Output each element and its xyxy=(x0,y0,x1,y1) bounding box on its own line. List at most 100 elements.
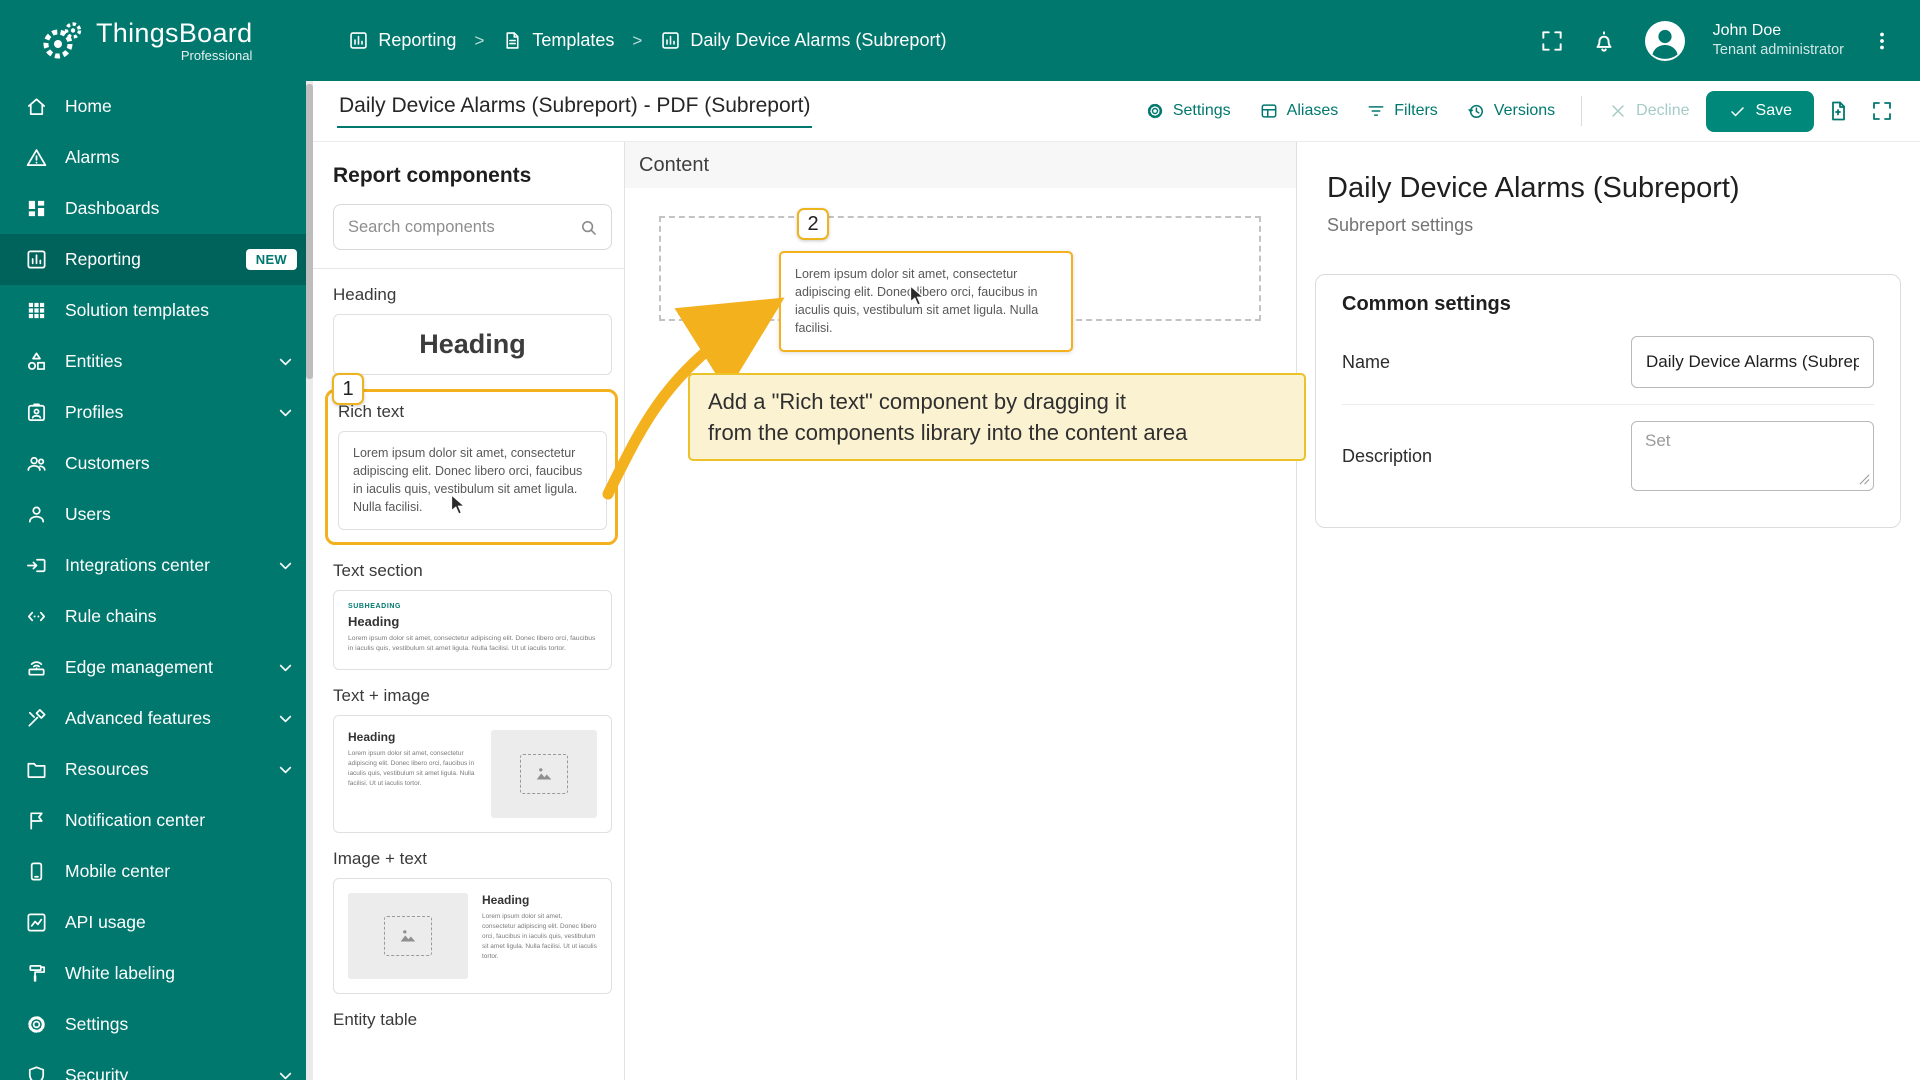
breadcrumb-item-reporting[interactable]: Reporting xyxy=(348,30,456,51)
security-shield-icon xyxy=(28,1066,45,1080)
sidebar-item-profiles[interactable]: Profiles xyxy=(0,387,313,438)
component-card-text-section[interactable]: SUBHEADING Heading Lorem ipsum dolor sit… xyxy=(333,589,612,670)
user-avatar-icon[interactable] xyxy=(1643,19,1687,63)
notifications-button[interactable] xyxy=(1591,28,1617,54)
save-button[interactable]: Save xyxy=(1705,90,1814,132)
image-placeholder-icon xyxy=(536,767,552,780)
component-card-image-text[interactable]: Heading Lorem ipsum dolor sit amet, cons… xyxy=(333,877,612,994)
sidebar-item-solution-templates[interactable]: Solution templates xyxy=(0,285,313,336)
edge-management-icon xyxy=(28,661,45,676)
sidebar-item-home[interactable]: Home xyxy=(0,81,313,132)
filters-button[interactable]: Filters xyxy=(1354,93,1450,129)
sidebar-item-label: Integrations center xyxy=(65,555,210,575)
tip-callout: Add a "Rich text" component by dragging … xyxy=(688,373,1306,462)
sidebar-item-reporting[interactable]: Reporting NEW xyxy=(0,234,313,285)
chevron-down-icon xyxy=(279,358,292,366)
sidebar-item-dashboards[interactable]: Dashboards xyxy=(0,183,313,234)
sidebar-item-label: Dashboards xyxy=(65,198,160,218)
common-settings-card: Common settings Name Description Set xyxy=(1315,274,1901,528)
sidebar-item-label: Customers xyxy=(65,453,150,473)
name-row: Name xyxy=(1342,320,1874,405)
section-label-rich-text: Rich text xyxy=(338,402,405,421)
fullscreen-button[interactable] xyxy=(1539,28,1565,54)
generate-report-button[interactable] xyxy=(1818,91,1858,131)
sidebar-item-white-labeling[interactable]: White labeling xyxy=(0,948,313,999)
sidebar-item-label: Resources xyxy=(65,759,149,779)
panel-divider xyxy=(313,268,624,269)
sidebar-item-mobile-center[interactable]: Mobile center xyxy=(0,846,313,897)
toolbar-fullscreen-button[interactable] xyxy=(1862,91,1902,131)
image-text-body: Lorem ipsum dolor sit amet, consectetur … xyxy=(482,912,597,960)
aliases-button[interactable]: Aliases xyxy=(1247,93,1351,129)
sidebar-item-alarms[interactable]: Alarms xyxy=(0,132,313,183)
user-name: John Doe xyxy=(1712,22,1782,40)
search-input[interactable] xyxy=(348,217,570,237)
versions-button[interactable]: Versions xyxy=(1454,93,1567,129)
text-image-body: Lorem ipsum dolor sit amet, consectetur … xyxy=(348,749,475,787)
sidebar-item-edge-management[interactable]: Edge management xyxy=(0,642,313,693)
search-icon xyxy=(582,220,596,235)
sidebar-item-label: Edge management xyxy=(65,657,213,677)
sidebar-item-entities[interactable]: Entities xyxy=(0,336,313,387)
sidebar-item-customers[interactable]: Customers xyxy=(0,438,313,489)
component-card-text-image[interactable]: Heading Lorem ipsum dolor sit amet, cons… xyxy=(333,714,612,833)
breadcrumb-item-templates[interactable]: Templates xyxy=(502,30,614,51)
solution-templates-icon xyxy=(28,302,45,319)
resources-folder-icon xyxy=(27,762,46,779)
decline-button-label: Decline xyxy=(1636,102,1690,119)
chevron-down-icon xyxy=(279,1072,292,1080)
sidebar-item-api-usage[interactable]: API usage xyxy=(0,897,313,948)
text-section-heading: Heading xyxy=(348,613,400,629)
description-label: Description xyxy=(1342,445,1433,466)
more-menu-button[interactable] xyxy=(1870,29,1894,53)
details-subtitle: Subreport settings xyxy=(1327,215,1474,235)
settings-button[interactable]: Settings xyxy=(1133,93,1243,129)
thingsboard-logo[interactable]: ThingsBoard Professional xyxy=(40,18,252,63)
sidebar-item-integrations-center[interactable]: Integrations center xyxy=(0,540,313,591)
chevron-down-icon xyxy=(279,409,292,417)
versions-history-icon xyxy=(1468,104,1483,118)
chevron-down-icon xyxy=(279,715,292,723)
breadcrumb-label: Daily Device Alarms (Subreport) xyxy=(690,30,947,50)
breadcrumb-label: Templates xyxy=(532,30,615,50)
textarea-resize-icon[interactable] xyxy=(1859,474,1870,485)
brand-subtitle: Professional xyxy=(180,48,253,63)
alarms-warning-icon xyxy=(26,149,47,167)
thingsboard-logo-icon xyxy=(43,21,82,58)
sidebar-item-notification-center[interactable]: Notification center xyxy=(0,795,313,846)
aliases-button-label: Aliases xyxy=(1286,102,1339,119)
text-image-heading: Heading xyxy=(348,729,396,744)
heading-preview: Heading xyxy=(419,329,526,359)
breadcrumb-item-subreport[interactable]: Daily Device Alarms (Subreport) xyxy=(660,30,946,51)
export-document-icon xyxy=(1832,101,1845,121)
component-card-rich-text[interactable]: Lorem ipsum dolor sit amet, consectetur … xyxy=(338,431,607,530)
brand-name: ThingsBoard xyxy=(96,18,253,48)
api-usage-chart-icon xyxy=(27,913,46,932)
step-2-badge: 2 xyxy=(797,208,829,240)
sidebar-item-advanced-features[interactable]: Advanced features xyxy=(0,693,313,744)
sidebar-item-label: Profiles xyxy=(65,402,124,422)
sidebar-item-settings[interactable]: Settings xyxy=(0,999,313,1050)
customers-icon xyxy=(27,456,46,471)
name-input[interactable] xyxy=(1631,336,1874,388)
sidebar-item-resources[interactable]: Resources xyxy=(0,744,313,795)
decline-button[interactable]: Decline xyxy=(1596,93,1701,129)
report-toolbar: Daily Device Alarms (Subreport) - PDF (S… xyxy=(313,81,1920,142)
component-card-heading[interactable]: Heading xyxy=(333,314,612,375)
sidebar-item-security[interactable]: Security xyxy=(0,1050,313,1080)
sidebar-scrollbar-thumb[interactable] xyxy=(306,84,313,379)
dropped-rich-text-component[interactable]: Lorem ipsum dolor sit amet, consectetur … xyxy=(779,251,1073,352)
sidebar-scrollbar[interactable] xyxy=(306,81,313,1080)
breadcrumb-separator: > xyxy=(632,30,643,50)
details-title: Daily Device Alarms (Subreport) xyxy=(1327,172,1740,204)
sidebar-item-label: Entities xyxy=(65,351,123,371)
chevron-down-icon xyxy=(279,766,292,774)
white-labeling-paint-icon xyxy=(29,964,46,982)
text-section-body: Lorem ipsum dolor sit amet, consectetur … xyxy=(348,634,596,653)
filters-icon xyxy=(1368,106,1384,116)
sidebar-item-users[interactable]: Users xyxy=(0,489,313,540)
description-field-wrap: Set xyxy=(1631,421,1874,491)
description-textarea[interactable]: Set xyxy=(1631,421,1874,491)
image-placeholder-frame xyxy=(520,753,568,794)
sidebar-item-rule-chains[interactable]: Rule chains xyxy=(0,591,313,642)
